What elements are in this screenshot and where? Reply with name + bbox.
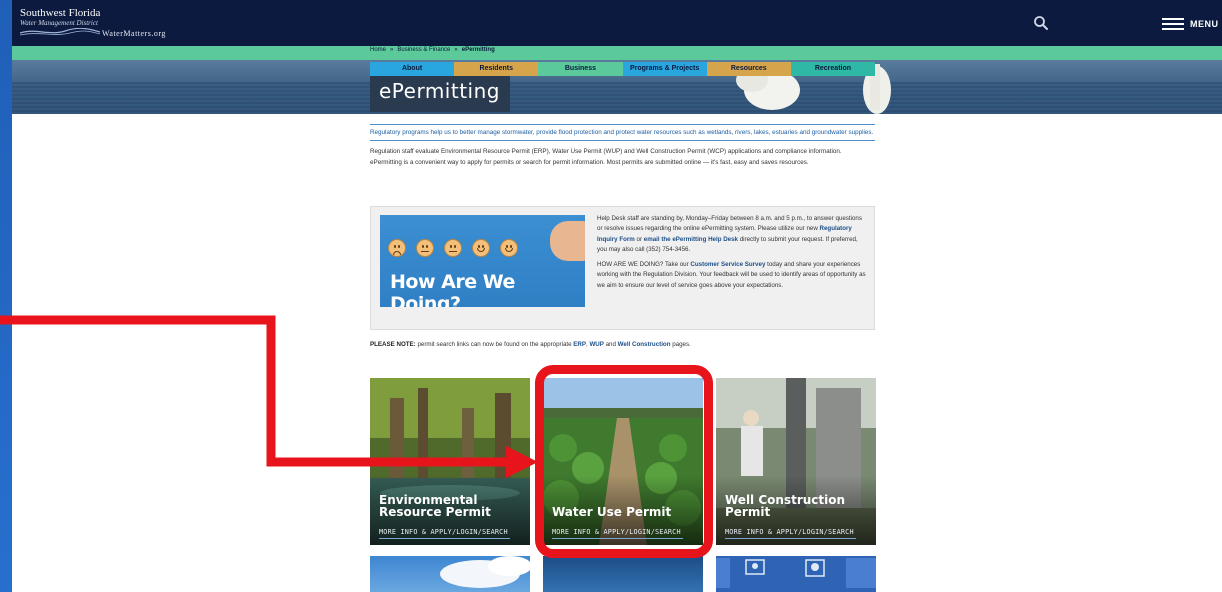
happy-face-icon: [500, 239, 518, 257]
menu-label: MENU: [1190, 19, 1219, 29]
logo-title: Southwest Florida: [20, 7, 101, 19]
cloud-image: [440, 556, 530, 588]
rating-faces: [388, 239, 518, 257]
neutral-face-icon: [416, 239, 434, 257]
divider: [370, 140, 875, 141]
card-link[interactable]: MORE INFO & APPLY/LOGIN/SEARCH: [725, 528, 854, 536]
sky-card[interactable]: [370, 556, 530, 592]
email-help-desk-link[interactable]: email the ePermitting Help Desk: [644, 236, 738, 243]
help-desk-paragraph: Help Desk staff are standing by, Monday–…: [597, 215, 862, 253]
menu-button[interactable]: MENU: [1162, 16, 1219, 32]
note-label: PLEASE NOTE:: [370, 341, 416, 348]
logo-site-name: WaterMatters.org: [102, 29, 166, 38]
search-icon[interactable]: [1032, 14, 1050, 32]
help-desk-text: Help Desk staff are standing by, Monday–…: [597, 214, 869, 291]
breadcrumb-separator: »: [390, 47, 394, 53]
permit-search-note: PLEASE NOTE: permit search links can now…: [370, 341, 691, 348]
annotation-highlight-box: [535, 365, 713, 558]
survey-paragraph: HOW ARE WE DOING? Take our Customer Serv…: [597, 261, 866, 289]
description-paragraph: Regulation staff evaluate Environmental …: [370, 148, 842, 166]
intro-text: Regulatory programs help us to better ma…: [370, 129, 874, 136]
site-logo[interactable]: Southwest Florida Water Management Distr…: [20, 8, 220, 40]
breadcrumb-home[interactable]: Home: [370, 47, 386, 53]
wup-link[interactable]: WUP: [589, 341, 603, 348]
tab-recreation[interactable]: Recreation: [790, 62, 876, 76]
wave-icon: [20, 28, 100, 36]
sad-face-icon: [388, 239, 406, 257]
hand-image: [550, 221, 585, 261]
tab-programs-projects[interactable]: Programs & Projects: [622, 62, 707, 76]
tab-business[interactable]: Business: [538, 62, 623, 76]
breadcrumb: Home » Business & Finance » ePermitting: [370, 47, 495, 53]
main-content: Regulatory programs help us to better ma…: [370, 124, 875, 168]
section-tabs: About Residents Business Programs & Proj…: [370, 62, 876, 76]
breadcrumb-business[interactable]: Business & Finance: [397, 47, 450, 53]
neutral-face-icon: [444, 239, 462, 257]
well-construction-link[interactable]: Well Construction: [618, 341, 671, 348]
tab-about[interactable]: About: [370, 62, 455, 76]
customer-service-survey-link[interactable]: Customer Service Survey: [690, 261, 765, 268]
tab-residents[interactable]: Residents: [454, 62, 539, 76]
top-bar: Southwest Florida Water Management Distr…: [12, 0, 1222, 46]
page-title-box: ePermitting: [370, 76, 510, 112]
help-desk-box: How Are We Doing? Help Desk staff are st…: [370, 206, 875, 330]
breadcrumb-current: ePermitting: [461, 47, 495, 53]
people-network-card[interactable]: [716, 556, 876, 592]
erp-link[interactable]: ERP: [573, 341, 586, 348]
card-title: Well Construction Permit: [725, 493, 846, 519]
card-link[interactable]: MORE INFO & APPLY/LOGIN/SEARCH: [379, 528, 508, 536]
smile-face-icon: [472, 239, 490, 257]
hamburger-icon: [1162, 18, 1184, 30]
card-link-underline: [379, 538, 510, 539]
tab-resources[interactable]: Resources: [706, 62, 791, 76]
accent-bar: [12, 46, 1222, 60]
hero-water: [12, 82, 1222, 114]
page-title: ePermitting: [379, 79, 500, 103]
survey-banner-image[interactable]: How Are We Doing?: [380, 215, 585, 307]
survey-title: How Are We Doing?: [390, 271, 515, 307]
card-title: Environmental Resource Permit: [379, 493, 491, 519]
card-link-underline: [725, 538, 856, 539]
breadcrumb-separator: »: [454, 47, 458, 53]
logo-subtitle: Water Management District: [20, 19, 98, 27]
water-card[interactable]: [543, 556, 703, 592]
well-construction-card[interactable]: Well Construction Permit MORE INFO & APP…: [716, 378, 876, 545]
network-image: [716, 558, 876, 588]
erp-card[interactable]: Environmental Resource Permit MORE INFO …: [370, 378, 530, 545]
